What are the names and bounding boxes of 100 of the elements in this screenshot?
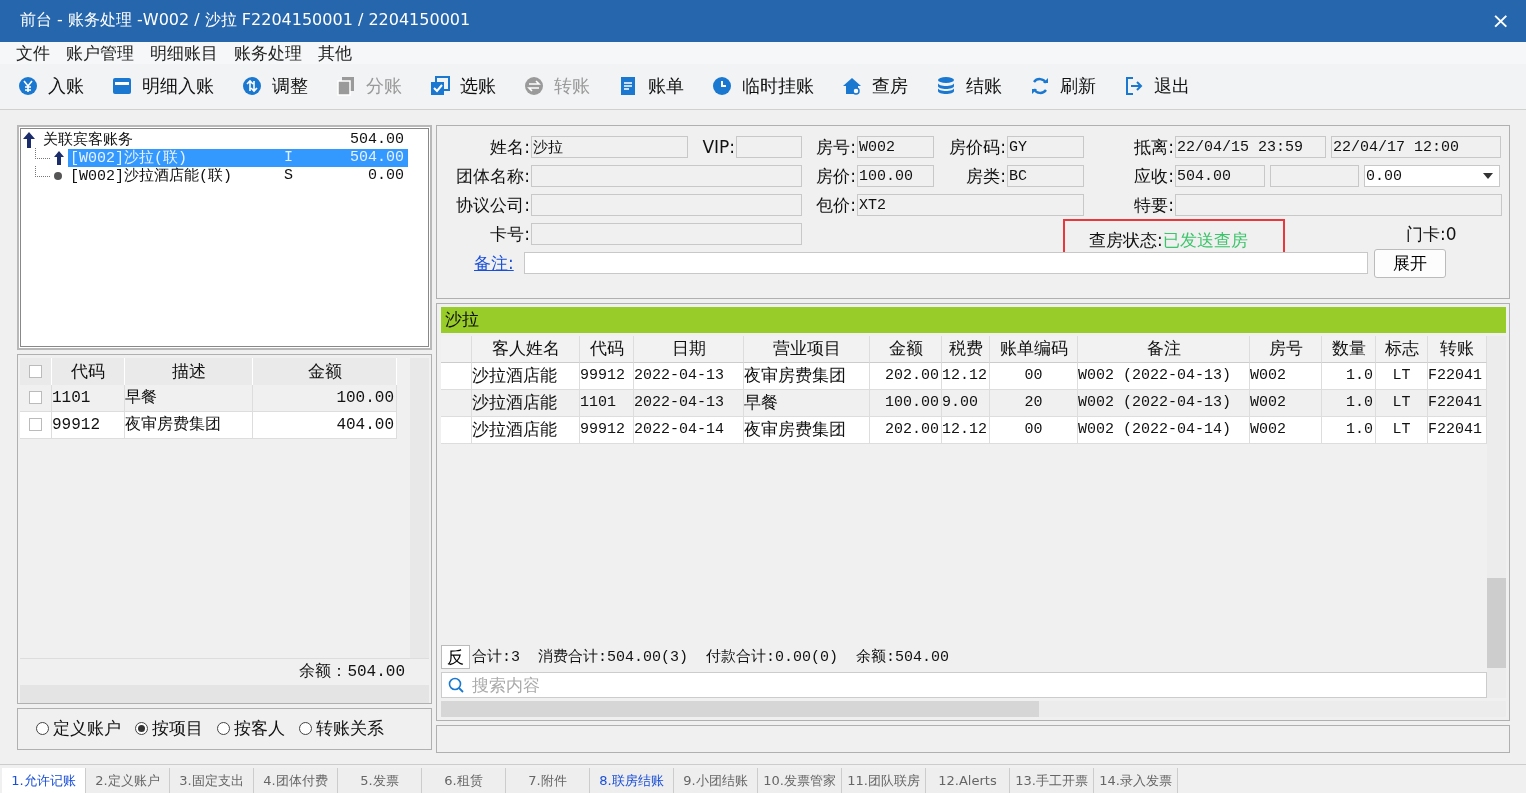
tree-item[interactable]: [W002]沙拉酒店能(联) S 0.00: [68, 166, 408, 185]
toolbar-button[interactable]: 调整: [232, 74, 318, 99]
scrollbar-thumb[interactable]: [1487, 577, 1506, 668]
reverse-button[interactable]: 反: [441, 644, 470, 669]
table-cell: 00: [990, 416, 1078, 444]
toolbar-button[interactable]: 入账: [8, 74, 94, 99]
table-cell: 夜审房费集团: [125, 411, 253, 439]
scrollbar[interactable]: [20, 684, 429, 703]
field-label: 姓名:: [489, 135, 530, 159]
column-header: 房号: [1250, 335, 1322, 363]
table-row[interactable]: 沙拉酒店能 99912 2022-04-13 夜审房费集团 202.00 12.12 00 W002 (2022-04-13) W002 1.0 LT F22041: [441, 362, 1487, 390]
field-label: 查房状态:: [1089, 229, 1163, 253]
door-card-text: 门卡:0: [1406, 222, 1458, 246]
table-cell: 早餐: [744, 389, 870, 417]
menu-item[interactable]: 文件: [8, 41, 58, 64]
tab[interactable]: 1.允许记账: [2, 768, 86, 793]
scrollbar-thumb[interactable]: [441, 700, 1039, 717]
swap-icon: [242, 76, 262, 97]
toolbar-button[interactable]: 查房: [832, 74, 918, 99]
input-field[interactable]: [531, 165, 802, 188]
table-cell: 12.12: [942, 362, 990, 390]
menu-item[interactable]: 账户管理: [58, 41, 142, 64]
toolbar-button[interactable]: 刷新: [1020, 74, 1106, 99]
expand-button[interactable]: 展开: [1374, 248, 1446, 278]
table-cell: 1.0: [1322, 389, 1376, 417]
scrollbar[interactable]: [441, 700, 1506, 717]
table-cell: F22041: [1428, 416, 1487, 444]
scrollbar[interactable]: [1487, 335, 1506, 698]
checkbox[interactable]: [29, 364, 42, 378]
input-field[interactable]: [524, 252, 1368, 275]
input-field[interactable]: [736, 136, 802, 159]
radio-button[interactable]: 按项目: [135, 717, 203, 741]
toolbar-button[interactable]: 退出: [1114, 74, 1200, 99]
tree-connector: [35, 166, 50, 178]
table-cell: 2022-04-14: [634, 416, 744, 444]
radio-button[interactable]: 定义账户: [36, 717, 121, 741]
refresh-icon: [1030, 76, 1050, 97]
field-label: 协议公司:: [455, 193, 530, 217]
menu-item[interactable]: 其他: [310, 41, 360, 64]
input-field[interactable]: GY: [1007, 136, 1084, 159]
close-button[interactable]: ×: [1487, 8, 1514, 34]
input-field[interactable]: BC: [1007, 165, 1084, 188]
table-cell: W002: [1250, 389, 1322, 417]
input-field[interactable]: 100.00: [857, 165, 934, 188]
search-field[interactable]: 搜索内容: [441, 671, 1487, 698]
input-field[interactable]: [531, 223, 802, 246]
input-field[interactable]: [1175, 194, 1502, 217]
table-cell: LT: [1376, 416, 1428, 444]
input-field[interactable]: 22/04/15 23:59: [1175, 136, 1326, 159]
column-header: 账单编码: [990, 335, 1078, 363]
table-cell: LT: [1376, 362, 1428, 390]
input-field[interactable]: 22/04/17 12:00: [1331, 136, 1501, 159]
up-arrow-icon: [54, 150, 64, 165]
toolbar-button[interactable]: 账单: [608, 74, 694, 99]
field-label: 包价:: [815, 193, 856, 217]
up-arrow-icon: [23, 131, 35, 148]
field-label: 房价:: [815, 164, 856, 188]
database-icon: [936, 76, 956, 97]
table-cell: 2022-04-13: [634, 389, 744, 417]
table-cell: 99912: [580, 362, 634, 390]
radio-button[interactable]: 按客人: [217, 717, 285, 741]
toolbar-button[interactable]: 临时挂账: [702, 74, 824, 99]
toolbar-button[interactable]: 明细入账: [102, 74, 224, 99]
checkbox[interactable]: [29, 391, 42, 405]
menu-item[interactable]: 明细账目: [142, 41, 226, 64]
table-cell: F22041: [1428, 362, 1487, 390]
table-cell: F22041: [1428, 389, 1487, 417]
table-cell: 100.00: [870, 389, 942, 417]
toolbar-button[interactable]: 选账: [420, 74, 506, 99]
table-cell: 9.00: [942, 389, 990, 417]
column-header: 代码: [52, 357, 125, 385]
checkbox[interactable]: [29, 418, 42, 432]
table-cell: 202.00: [870, 416, 942, 444]
column-header: 代码: [580, 335, 634, 363]
radio-button[interactable]: 转账关系: [299, 717, 384, 741]
table-row[interactable]: 沙拉酒店能 1101 2022-04-13 早餐 100.00 9.00 20 W002 (2022-04-13) W002 1.0 LT F22041: [441, 389, 1487, 417]
totals-text: 合计:3: [472, 647, 520, 667]
column-header: 金额: [870, 335, 942, 363]
table-cell: 沙拉酒店能: [472, 416, 580, 444]
column-header: 客人姓名: [472, 335, 580, 363]
input-field[interactable]: 沙拉: [531, 136, 688, 159]
input-field[interactable]: XT2: [857, 194, 1084, 217]
toolbar-button[interactable]: 结账: [926, 74, 1012, 99]
input-field[interactable]: W002: [857, 136, 934, 159]
menu-item[interactable]: 账务处理: [226, 41, 310, 64]
note-link[interactable]: 备注:: [474, 251, 523, 275]
input-field[interactable]: 504.00: [1175, 165, 1265, 188]
amount-text: 504.00: [349, 131, 405, 149]
field-label: 应收:: [1133, 164, 1174, 188]
input-field[interactable]: [531, 194, 802, 217]
transfer-icon: [524, 76, 544, 97]
table-cell: 1101: [580, 389, 634, 417]
input-field[interactable]: [1270, 165, 1359, 188]
column-header: 金额: [253, 357, 397, 385]
dropdown[interactable]: 0.00: [1364, 165, 1500, 188]
totals-text: 消费合计:504.00(3): [538, 647, 689, 667]
table-cell: 早餐: [125, 384, 253, 412]
search-icon: [448, 676, 464, 693]
table-row[interactable]: 沙拉酒店能 99912 2022-04-14 夜审房费集团 202.00 12.12 00 W002 (2022-04-14) W002 1.0 LT F22041: [441, 416, 1487, 444]
tree-item[interactable]: 关联宾客账务: [43, 130, 334, 150]
